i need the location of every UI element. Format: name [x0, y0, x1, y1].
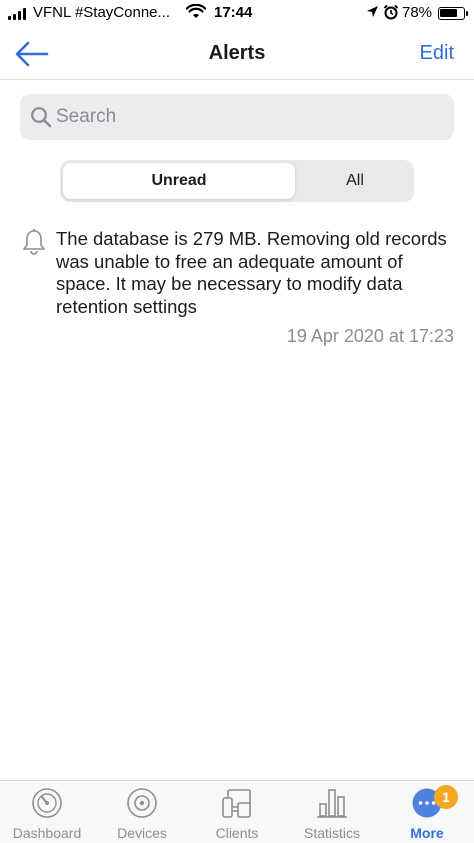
- location-icon: [367, 6, 378, 17]
- status-time: 17:44: [214, 4, 253, 21]
- status-bar: VFNL #StayConne... 17:44 78%: [0, 0, 474, 28]
- notification-badge: 1: [434, 785, 458, 809]
- segment-all[interactable]: All: [296, 163, 414, 199]
- tab-label: Statistics: [303, 825, 360, 841]
- tab-clients[interactable]: Clients: [190, 781, 284, 843]
- carrier-name: VFNL #StayConne...: [33, 4, 171, 21]
- navigation-bar: Alerts Edit: [0, 28, 474, 80]
- bell-icon: [23, 229, 45, 255]
- tab-more[interactable]: More: [380, 781, 474, 843]
- tab-label: More: [410, 825, 444, 841]
- statistics-icon: [317, 789, 347, 818]
- alert-timestamp: 19 Apr 2020 at 17:23: [286, 326, 454, 346]
- wifi-icon: [186, 4, 206, 18]
- segment-unread[interactable]: Unread: [63, 163, 295, 199]
- tab-label: Clients: [215, 825, 259, 841]
- tab-statistics[interactable]: Statistics: [285, 781, 379, 843]
- search-input[interactable]: [56, 94, 436, 140]
- alarm-icon: [383, 4, 399, 20]
- page-title: Alerts: [208, 42, 266, 64]
- segmented-control: Unread All: [60, 160, 414, 202]
- edit-button[interactable]: Edit: [420, 42, 454, 65]
- dashboard-icon: [32, 788, 62, 818]
- search-icon: [31, 107, 52, 128]
- battery-icon: [438, 7, 468, 20]
- tab-label: Dashboard: [12, 825, 82, 841]
- tab-dashboard[interactable]: Dashboard: [0, 781, 94, 843]
- tab-bar: Dashboard Devices Clients Statistics Mor…: [0, 780, 474, 843]
- tab-devices[interactable]: Devices: [95, 781, 189, 843]
- alert-item[interactable]: The database is 279 MB. Removing old rec…: [0, 222, 474, 352]
- tab-label: Devices: [117, 825, 167, 841]
- devices-icon: [127, 788, 157, 818]
- alert-message: The database is 279 MB. Removing old rec…: [56, 228, 447, 317]
- signal-icon: [8, 8, 26, 20]
- battery-percentage: 78%: [402, 4, 433, 21]
- search-bar: [20, 94, 454, 140]
- clients-icon: [222, 789, 251, 818]
